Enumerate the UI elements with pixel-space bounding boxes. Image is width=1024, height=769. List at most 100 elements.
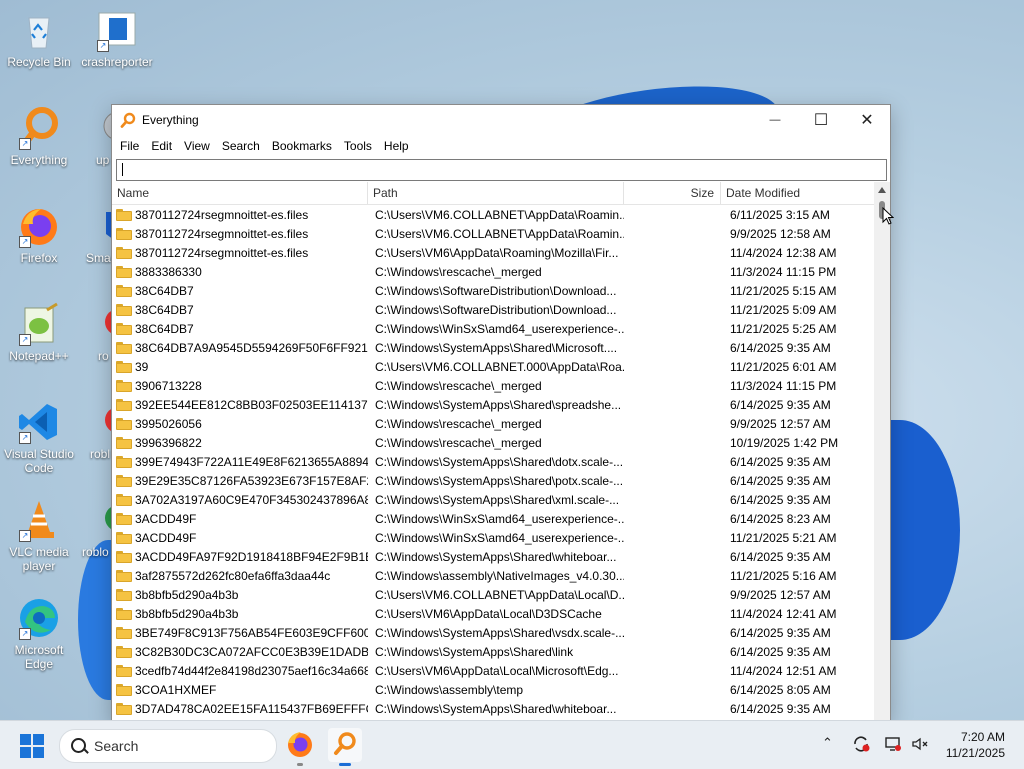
scroll-up-arrow-icon[interactable]: [878, 187, 886, 193]
table-row[interactable]: 3870112724rsegmnoittet-es.files C:\Users\…: [112, 243, 874, 262]
taskbar-everything[interactable]: [328, 728, 362, 766]
menu-search[interactable]: Search: [216, 139, 266, 153]
column-header-size[interactable]: Size: [624, 182, 721, 204]
firefox-icon: ↗: [17, 204, 61, 248]
table-row[interactable]: 3cedfb74d44f2e84198d23075aef16c34a668...…: [112, 661, 874, 680]
table-row[interactable]: 3ACDD49F C:\Windows\WinSxS\amd64_userexpe…: [112, 509, 874, 528]
table-row[interactable]: 3b8bfb5d290a4b3b C:\Users\VM6\AppData\Loc…: [112, 604, 874, 623]
table-row[interactable]: 38C64DB7 C:\Windows\SoftwareDistribution\…: [112, 300, 874, 319]
taskbar-firefox[interactable]: [283, 728, 317, 766]
file-name: 3ACDD49FA97F92D1918418BF94E2F9B1E2F...: [135, 549, 368, 564]
speaker-muted-icon[interactable]: [911, 736, 929, 752]
edge-icon: ↗: [17, 596, 61, 640]
column-header-row: Name Path Size Date Modified: [112, 182, 874, 205]
name-cell: 3995026056: [112, 417, 368, 431]
menu-tools[interactable]: Tools: [338, 139, 378, 153]
path-cell: C:\Users\VM6.COLLABNET\AppData\Roamin...: [375, 226, 624, 241]
column-header-name[interactable]: Name: [112, 182, 368, 204]
folder-icon: [116, 398, 132, 411]
start-button[interactable]: [20, 734, 44, 758]
close-button[interactable]: ✕: [844, 105, 890, 135]
recycle-bin-icon: [17, 8, 61, 52]
menu-help[interactable]: Help: [378, 139, 415, 153]
name-cell: 3b8bfb5d290a4b3b: [112, 607, 368, 621]
path-cell: C:\Windows\SystemApps\Shared\dotx.scale-…: [375, 454, 624, 469]
table-row[interactable]: 3ACDD49FA97F92D1918418BF94E2F9B1E2F... C:…: [112, 547, 874, 566]
path-cell: C:\Windows\rescache\_merged: [375, 435, 542, 450]
date-modified-cell: 10/19/2025 1:42 PM: [730, 435, 839, 450]
table-row[interactable]: 3906713228 C:\Windows\rescache\_merged 11/…: [112, 376, 874, 395]
folder-icon: [116, 588, 132, 601]
name-cell: 39E29E35C87126FA53923E673F157E8AF293...: [112, 474, 368, 488]
desktop-icon-firefox[interactable]: ↗ Firefox: [2, 204, 76, 265]
table-row[interactable]: 3b8bfb5d290a4b3b C:\Users\VM6.COLLABNET\A…: [112, 585, 874, 604]
taskbar-search-box[interactable]: Search: [59, 729, 277, 763]
network-monitor-icon[interactable]: [884, 736, 902, 752]
name-cell: 38C64DB7: [112, 303, 368, 317]
desktop-icon-recycle-bin[interactable]: Recycle Bin: [2, 8, 76, 69]
table-row[interactable]: 39E29E35C87126FA53923E673F157E8AF293... C…: [112, 471, 874, 490]
desktop-icon-label: Firefox: [20, 251, 58, 265]
table-row[interactable]: 399E74943F722A11E49E8F6213655A8894EA... C…: [112, 452, 874, 471]
update-sync-icon[interactable]: [852, 735, 870, 753]
firefox-icon: [288, 732, 312, 757]
chevron-up-icon[interactable]: ⌃: [822, 735, 833, 751]
table-row[interactable]: 3995026056 C:\Windows\rescache\_merged 9/9…: [112, 414, 874, 433]
system-clock[interactable]: 7:20 AM 11/21/2025: [946, 729, 1005, 761]
menu-file[interactable]: File: [114, 139, 145, 153]
folder-icon: [116, 664, 132, 677]
table-row[interactable]: 3af2875572d262fc80efa6ffa3daa44c C:\Windo…: [112, 566, 874, 585]
table-row[interactable]: 3870112724rsegmnoittet-es.files C:\Users\…: [112, 205, 874, 224]
table-row[interactable]: 3BE749F8C913F756AB54FE603E9CFF6003B... C:…: [112, 623, 874, 642]
date-modified-cell: 9/9/2025 12:58 AM: [730, 226, 831, 241]
maximize-button[interactable]: ☐: [798, 105, 844, 135]
desktop-icon-label: Recycle Bin: [7, 55, 71, 69]
table-row[interactable]: 3COA1HXMEF C:\Windows\assembly\temp 6/14/2…: [112, 680, 874, 699]
path-cell: C:\Windows\rescache\_merged: [375, 416, 542, 431]
search-input[interactable]: [116, 159, 887, 181]
table-row[interactable]: 392EE544EE812C8BB03F02503EE1141371FC... C…: [112, 395, 874, 414]
table-row[interactable]: 38C64DB7 C:\Windows\WinSxS\amd64_userexpe…: [112, 319, 874, 338]
path-cell: C:\Windows\SystemApps\Shared\whiteboar..…: [375, 549, 617, 564]
desktop-icon-vscode[interactable]: ↗ Visual Studio Code: [2, 400, 76, 475]
folder-icon: [116, 208, 132, 221]
desktop-icon-notepad-plus-plus[interactable]: ↗ Notepad++: [2, 302, 76, 363]
name-cell: 3D7AD478CA02EE15FA115437FB69EFFFCC...: [112, 702, 368, 716]
minimize-button[interactable]: —: [752, 105, 798, 135]
folder-icon: [116, 607, 132, 620]
table-row[interactable]: 3D7AD478CA02EE15FA115437FB69EFFFCC... C:\…: [112, 699, 874, 718]
table-row[interactable]: 3A702A3197A60C9E470F345302437896A8C... C:…: [112, 490, 874, 509]
folder-icon: [116, 303, 132, 316]
folder-icon: [116, 436, 132, 449]
table-row[interactable]: 3883386330 C:\Windows\rescache\_merged 11/…: [112, 262, 874, 281]
date-modified-cell: 11/21/2025 5:25 AM: [730, 321, 837, 336]
title-bar[interactable]: Everything — ☐ ✕: [112, 105, 890, 135]
column-header-path[interactable]: Path: [368, 182, 624, 204]
column-header-date-modified[interactable]: Date Modified: [721, 182, 871, 204]
application-window-icon: ↗: [95, 8, 139, 52]
table-row[interactable]: 38C64DB7A9A9545D5594269F50F6FF92199... C:…: [112, 338, 874, 357]
table-row[interactable]: 39 C:\Users\VM6.COLLABNET.000\AppData\Roa…: [112, 357, 874, 376]
table-row[interactable]: 3996396822 C:\Windows\rescache\_merged 10/…: [112, 433, 874, 452]
folder-icon: [116, 683, 132, 696]
folder-icon: [116, 550, 132, 563]
file-name: 392EE544EE812C8BB03F02503EE1141371FC...: [135, 397, 368, 412]
desktop-icon-edge[interactable]: ↗ Microsoft Edge: [2, 596, 76, 671]
file-name: 3ACDD49F: [135, 511, 197, 526]
menu-bookmarks[interactable]: Bookmarks: [266, 139, 338, 153]
table-row[interactable]: 3ACDD49F C:\Windows\WinSxS\amd64_userexpe…: [112, 528, 874, 547]
table-row[interactable]: 38C64DB7 C:\Windows\SoftwareDistribution\…: [112, 281, 874, 300]
desktop-icon-vlc[interactable]: ↗ VLC media player: [2, 498, 76, 573]
text-caret: [122, 163, 123, 176]
folder-icon: [116, 645, 132, 658]
menu-view[interactable]: View: [178, 139, 216, 153]
name-cell: 39: [112, 360, 368, 374]
date-modified-cell: 11/21/2025 5:21 AM: [730, 530, 837, 545]
file-name: 39E29E35C87126FA53923E673F157E8AF293...: [135, 473, 368, 488]
table-row[interactable]: 3C82B30DC3CA072AFCC0E3B39E1DADBB... C:\Wi…: [112, 642, 874, 661]
menu-edit[interactable]: Edit: [145, 139, 178, 153]
table-row[interactable]: 3870112724rsegmnoittet-es.files C:\Users\…: [112, 224, 874, 243]
desktop-icon-everything[interactable]: ↗ Everything: [2, 106, 76, 167]
desktop-icon-crashreporter[interactable]: ↗ crashreporter: [80, 8, 154, 69]
vertical-scrollbar[interactable]: [874, 182, 890, 720]
